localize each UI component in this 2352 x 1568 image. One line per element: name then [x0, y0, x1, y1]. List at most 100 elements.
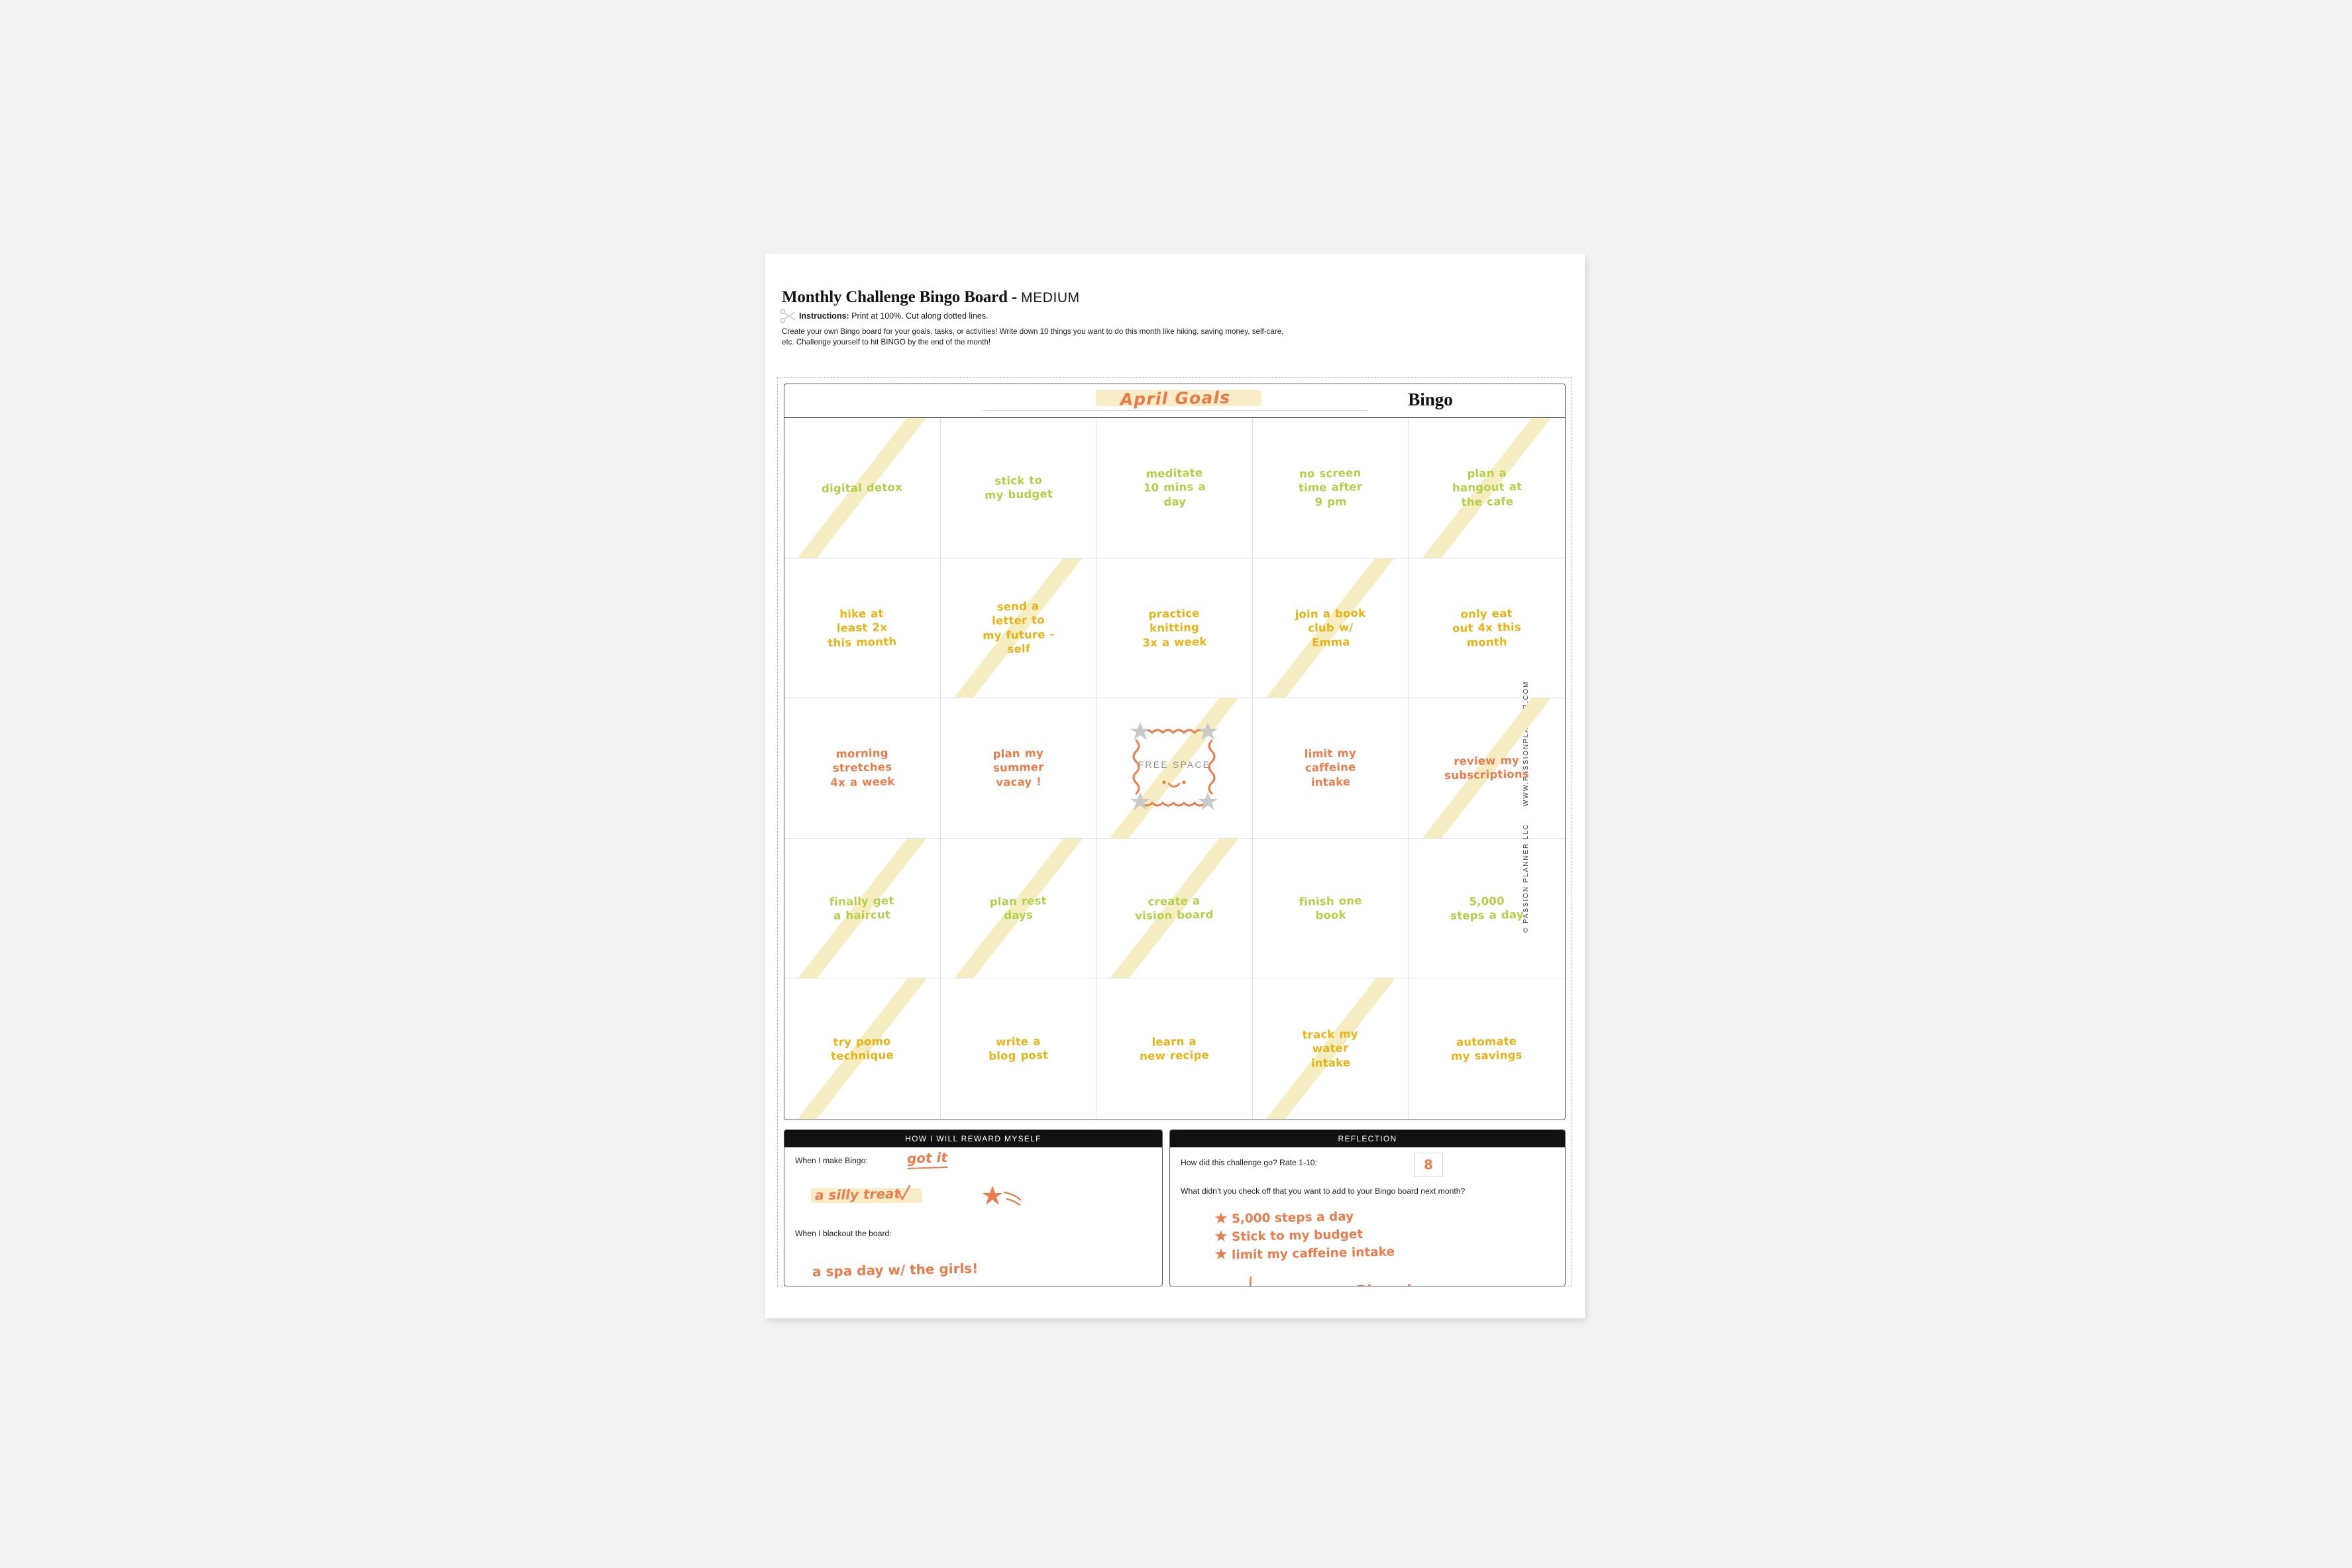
reflection-list-item: 5,000 steps a day [1214, 1210, 1395, 1227]
bingo-cell[interactable]: track my water intake [1253, 978, 1409, 1119]
bingo-cell[interactable]: no screen time after 9 pm [1252, 418, 1409, 558]
bingo-cell-label: finally get a haircut [829, 894, 895, 922]
bingo-card: April Goals Bingo digital detox stick to m… [784, 384, 1566, 1120]
bingo-cell-label: morning stretches 4x a week [829, 747, 895, 790]
reflection-list-item: limit my caffeine intake [1214, 1245, 1395, 1263]
bingo-cell[interactable]: limit my caffeine intake [1252, 698, 1409, 839]
bingo-cell[interactable]: hike at least 2x this month [784, 558, 941, 699]
bingo-cell-label: try pomo technique [831, 1034, 894, 1063]
reflection-answer-list: 5,000 steps a day Stick to my budget limit… [1214, 1210, 1395, 1265]
bingo-grid: digital detox stick to my budget meditate 10… [784, 418, 1565, 1119]
reward-answer-2: a spa day w/ the girls! [812, 1260, 979, 1280]
bingo-cell-label: meditate 10 mins a day [1143, 466, 1206, 509]
bingo-cell-label: practice knitting 3x a week [1142, 607, 1207, 649]
bingo-cell-label: write a blog post [988, 1035, 1049, 1063]
printable-sheet: Monthly Challenge Bingo Board - MEDIUM I… [765, 254, 1585, 1318]
reward-question-1: When I make Bingo: [795, 1156, 868, 1165]
reward-answer-1-note: got it [906, 1148, 948, 1170]
bingo-cell[interactable]: send a letter to my future - self [940, 558, 1097, 699]
bingo-cell-label: finish one book [1299, 894, 1362, 922]
instructions-bold: Instructions: [799, 311, 849, 321]
reward-panel-body: When I make Bingo: a silly treat got it … [784, 1147, 1162, 1286]
bingo-cell[interactable]: digital detox [784, 418, 941, 558]
reflection-item-text: 5,000 steps a day [1231, 1210, 1354, 1227]
instructions-rest: Print at 100%. Cut along dotted lines. [849, 311, 989, 321]
bingo-cell-label: no screen time after 9 pm [1298, 466, 1363, 509]
bingo-cell[interactable]: automate my savings [1409, 978, 1565, 1119]
reward-panel: HOW I WILL REWARD MYSELF When I make Bin… [784, 1129, 1163, 1286]
curly-arrow-icon [1244, 1273, 1317, 1286]
bingo-cell[interactable]: learn a new recipe [1096, 978, 1253, 1119]
bingo-cell[interactable]: 5,000 steps a day [1409, 839, 1565, 979]
rating-value: 8 [1423, 1156, 1434, 1173]
bingo-cell[interactable]: morning stretches 4x a week [784, 698, 941, 839]
bingo-cell-label: learn a new recipe [1140, 1035, 1210, 1063]
bingo-cell-label: hike at least 2x this month [828, 607, 897, 649]
bingo-cell[interactable]: try pomo technique [784, 978, 941, 1119]
scissors-icon [780, 309, 797, 323]
page-title: Monthly Challenge Bingo Board - MEDIUM [782, 289, 1570, 305]
bingo-cell[interactable]: plan my summer vacay ! [940, 698, 1097, 839]
intro-paragraph: Create your own Bingo board for your goa… [782, 327, 1284, 347]
page-title-size: MEDIUM [1021, 290, 1080, 305]
bingo-cell-label: 5,000 steps a day [1450, 894, 1524, 923]
bingo-cell-label: plan a hangout at the cafe [1452, 466, 1522, 509]
bingo-cell[interactable]: create a vision board [1096, 838, 1253, 979]
bingo-cell[interactable]: plan a hangout at the cafe [1409, 418, 1565, 558]
page-title-main: Monthly Challenge Bingo Board [782, 288, 1008, 306]
bingo-cell[interactable]: finish one book [1252, 838, 1409, 979]
reward-panel-title: HOW I WILL REWARD MYSELF [905, 1134, 1042, 1143]
reflection-item-text: limit my caffeine intake [1231, 1245, 1395, 1263]
reward-panel-header: HOW I WILL REWARD MYSELF [784, 1130, 1162, 1147]
bingo-cell[interactable]: plan rest days [940, 838, 1097, 979]
bingo-cell-label: automate my savings [1451, 1034, 1523, 1063]
reward-answer-1-wrap[interactable]: a silly treat [811, 1185, 922, 1208]
bingo-cell[interactable]: only eat out 4x this month [1409, 558, 1565, 699]
shooting-star-icon [978, 1183, 1028, 1213]
bingo-cell[interactable]: practice knitting 3x a week [1096, 558, 1253, 699]
bingo-cell-label: review my subscriptions [1444, 754, 1530, 782]
star-bullet-icon [1214, 1229, 1228, 1243]
bingo-cell[interactable]: write a blog post [941, 978, 1097, 1119]
reflection-panel: REFLECTION How did this challenge go? Ra… [1169, 1129, 1566, 1286]
closing-note: May Bingo ! [1244, 1273, 1413, 1286]
reward-answer-1: a silly treat [814, 1185, 901, 1204]
instructions-row: Instructions: Print at 100%. Cut along d… [780, 309, 1570, 323]
reflection-panel-body: How did this challenge go? Rate 1-10: 8 … [1170, 1147, 1565, 1286]
bingo-cell-free-space[interactable]: FREE SPACE [1096, 698, 1253, 839]
bingo-cell[interactable]: meditate 10 mins a day [1096, 418, 1253, 558]
bingo-cell-label: plan rest days [989, 894, 1047, 922]
rating-field[interactable]: 8 [1414, 1153, 1443, 1176]
instructions-text: Instructions: Print at 100%. Cut along d… [799, 312, 989, 321]
free-space-graphic: FREE SPACE [1127, 718, 1221, 817]
check-mark-icon [897, 1184, 912, 1205]
bingo-cell-label: stick to my budget [984, 474, 1053, 502]
reflection-item-text: Stick to my budget [1231, 1228, 1363, 1245]
bingo-cell-label: track my water intake [1302, 1027, 1358, 1070]
bingo-cell-label: send a letter to my future - self [982, 600, 1055, 656]
page-title-separator: - [1007, 288, 1022, 306]
bingo-cell-label: only eat out 4x this month [1452, 606, 1522, 649]
month-field[interactable]: April Goals [983, 387, 1367, 415]
bingo-cell-label: limit my caffeine intake [1304, 747, 1357, 789]
star-bullet-icon [1214, 1211, 1228, 1226]
month-label: April Goals [1120, 388, 1231, 409]
reflection-list-item: Stick to my budget [1214, 1228, 1395, 1245]
reflection-question-1: How did this challenge go? Rate 1-10: [1181, 1158, 1317, 1167]
star-bullet-icon [1214, 1247, 1228, 1261]
reflection-panel-header: REFLECTION [1170, 1130, 1565, 1147]
bingo-cell[interactable]: join a book club w/Emma [1252, 558, 1409, 699]
bingo-card-header: April Goals Bingo [784, 384, 1565, 418]
reward-question-2: When I blackout the board: [795, 1229, 892, 1238]
bingo-cell[interactable]: stick to my budget [940, 418, 1097, 558]
free-space-label: FREE SPACE [1138, 759, 1211, 770]
bingo-cell-label: create a vision board [1135, 894, 1214, 923]
bingo-cell[interactable]: finally get a haircut [784, 838, 941, 979]
bingo-cell[interactable]: review my subscriptions [1409, 698, 1565, 839]
bingo-cell-label: digital detox [822, 480, 903, 495]
bingo-cell-label: join a book club w/Emma [1295, 606, 1366, 649]
website-text: WWW.PASSIONPLANNER.COM [1523, 680, 1530, 807]
header: Monthly Challenge Bingo Board - MEDIUM I… [780, 289, 1570, 348]
bingo-cell-label: plan my summer vacay ! [992, 747, 1044, 789]
reflection-question-2: What didn’t you check off that you want … [1181, 1186, 1466, 1196]
